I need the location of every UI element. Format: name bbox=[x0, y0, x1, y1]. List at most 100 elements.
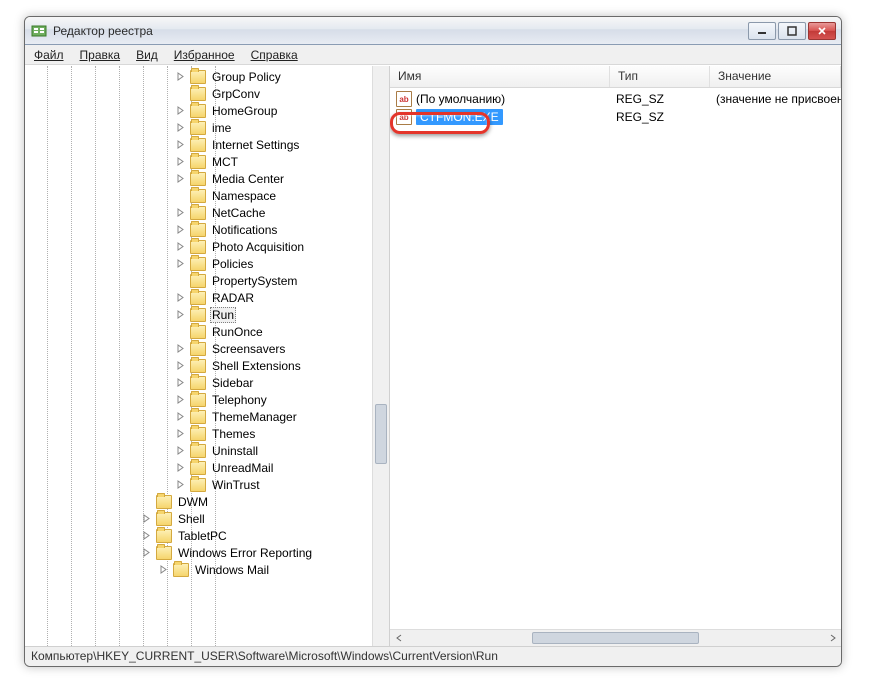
menu-view[interactable]: Вид bbox=[129, 46, 165, 64]
string-value-icon: ab bbox=[396, 91, 412, 107]
folder-icon bbox=[173, 563, 189, 577]
tree-item[interactable]: Shell bbox=[141, 510, 389, 527]
menu-file[interactable]: Файл bbox=[27, 46, 71, 64]
tree-item[interactable]: Sidebar bbox=[175, 374, 389, 391]
list-h-scrollbar[interactable] bbox=[390, 629, 841, 646]
expand-icon[interactable] bbox=[175, 394, 186, 405]
expand-icon[interactable] bbox=[175, 360, 186, 371]
scroll-right-icon[interactable] bbox=[824, 630, 841, 646]
menu-help[interactable]: Справка bbox=[244, 46, 305, 64]
tree-item[interactable]: Screensavers bbox=[175, 340, 389, 357]
tree-item[interactable]: Policies bbox=[175, 255, 389, 272]
tree-item[interactable]: GrpConv bbox=[175, 85, 389, 102]
tree-item[interactable]: Themes bbox=[175, 425, 389, 442]
tree-item-label: Photo Acquisition bbox=[210, 240, 306, 254]
expand-icon[interactable] bbox=[175, 224, 186, 235]
tree-item-label: GrpConv bbox=[210, 87, 262, 101]
expand-icon[interactable] bbox=[175, 71, 186, 82]
expand-icon[interactable] bbox=[175, 309, 186, 320]
titlebar[interactable]: Редактор реестра bbox=[25, 17, 841, 45]
menu-favorites[interactable]: Избранное bbox=[167, 46, 242, 64]
tree-item[interactable]: TabletPC bbox=[141, 527, 389, 544]
scrollbar-thumb[interactable] bbox=[532, 632, 699, 644]
tree-item[interactable]: ime bbox=[175, 119, 389, 136]
tree-item-label: PropertySystem bbox=[210, 274, 299, 288]
expand-icon[interactable] bbox=[158, 564, 169, 575]
column-type[interactable]: Тип bbox=[610, 66, 710, 87]
tree-item[interactable]: NetCache bbox=[175, 204, 389, 221]
column-name[interactable]: Имя bbox=[390, 66, 610, 87]
tree-item[interactable]: DWM bbox=[141, 493, 389, 510]
expand-icon[interactable] bbox=[175, 411, 186, 422]
expand-icon[interactable] bbox=[175, 258, 186, 269]
tree-item[interactable]: Photo Acquisition bbox=[175, 238, 389, 255]
expand-icon[interactable] bbox=[175, 139, 186, 150]
folder-icon bbox=[190, 155, 206, 169]
expand-icon[interactable] bbox=[175, 343, 186, 354]
expand-icon[interactable] bbox=[175, 292, 186, 303]
folder-icon bbox=[190, 189, 206, 203]
tree-item[interactable]: Windows Mail bbox=[158, 561, 389, 578]
tree-item-label: Shell bbox=[176, 512, 207, 526]
tree-item[interactable]: Uninstall bbox=[175, 442, 389, 459]
tree-item[interactable]: Telephony bbox=[175, 391, 389, 408]
expand-icon[interactable] bbox=[141, 513, 152, 524]
folder-icon bbox=[190, 138, 206, 152]
expand-icon[interactable] bbox=[141, 547, 152, 558]
tree-item[interactable]: HomeGroup bbox=[175, 102, 389, 119]
expand-icon[interactable] bbox=[175, 190, 186, 201]
tree-item[interactable]: Notifications bbox=[175, 221, 389, 238]
list-row[interactable]: abCTFMON.EXEREG_SZ bbox=[390, 108, 841, 126]
tree-item[interactable]: WinTrust bbox=[175, 476, 389, 493]
expand-icon[interactable] bbox=[141, 496, 152, 507]
tree-item[interactable]: Shell Extensions bbox=[175, 357, 389, 374]
list-row[interactable]: ab(По умолчанию)REG_SZ(значение не присв… bbox=[390, 90, 841, 108]
folder-icon bbox=[190, 444, 206, 458]
expand-icon[interactable] bbox=[175, 275, 186, 286]
expand-icon[interactable] bbox=[175, 105, 186, 116]
tree-item-label: ThemeManager bbox=[210, 410, 299, 424]
expand-icon[interactable] bbox=[175, 88, 186, 99]
list-body[interactable]: ab(По умолчанию)REG_SZ(значение не присв… bbox=[390, 88, 841, 629]
tree-item-label: Policies bbox=[210, 257, 255, 271]
expand-icon[interactable] bbox=[175, 462, 186, 473]
folder-icon bbox=[190, 240, 206, 254]
minimize-button[interactable] bbox=[748, 22, 776, 40]
list-header: Имя Тип Значение bbox=[390, 66, 841, 88]
scrollbar-thumb[interactable] bbox=[375, 404, 387, 464]
tree-item[interactable]: RunOnce bbox=[175, 323, 389, 340]
tree-item[interactable]: Group Policy bbox=[175, 68, 389, 85]
maximize-button[interactable] bbox=[778, 22, 806, 40]
tree-item[interactable]: Windows Error Reporting bbox=[141, 544, 389, 561]
folder-icon bbox=[190, 291, 206, 305]
expand-icon[interactable] bbox=[141, 530, 152, 541]
menu-edit[interactable]: Правка bbox=[73, 46, 128, 64]
tree-item[interactable]: MCT bbox=[175, 153, 389, 170]
tree-item[interactable]: Media Center bbox=[175, 170, 389, 187]
expand-icon[interactable] bbox=[175, 241, 186, 252]
expand-icon[interactable] bbox=[175, 173, 186, 184]
column-value[interactable]: Значение bbox=[710, 66, 841, 87]
close-button[interactable] bbox=[808, 22, 836, 40]
tree-item[interactable]: Run bbox=[175, 306, 389, 323]
expand-icon[interactable] bbox=[175, 479, 186, 490]
expand-icon[interactable] bbox=[175, 445, 186, 456]
scroll-left-icon[interactable] bbox=[390, 630, 407, 646]
expand-icon[interactable] bbox=[175, 377, 186, 388]
tree-item[interactable]: RADAR bbox=[175, 289, 389, 306]
tree-scrollbar[interactable] bbox=[372, 66, 389, 646]
folder-icon bbox=[190, 359, 206, 373]
expand-icon[interactable] bbox=[175, 428, 186, 439]
expand-icon[interactable] bbox=[175, 156, 186, 167]
folder-icon bbox=[156, 495, 172, 509]
tree-item[interactable]: PropertySystem bbox=[175, 272, 389, 289]
tree-item[interactable]: ThemeManager bbox=[175, 408, 389, 425]
tree-item[interactable]: UnreadMail bbox=[175, 459, 389, 476]
value-name: (По умолчанию) bbox=[416, 92, 505, 106]
tree-item[interactable]: Internet Settings bbox=[175, 136, 389, 153]
expand-icon[interactable] bbox=[175, 122, 186, 133]
expand-icon[interactable] bbox=[175, 326, 186, 337]
expand-icon[interactable] bbox=[175, 207, 186, 218]
tree-item[interactable]: Namespace bbox=[175, 187, 389, 204]
status-path: Компьютер\HKEY_CURRENT_USER\Software\Mic… bbox=[31, 649, 498, 663]
